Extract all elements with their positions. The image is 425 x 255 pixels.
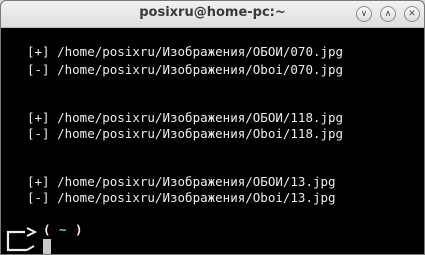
prompt-arrow-icon [6, 227, 38, 252]
minimize-icon: ∨ [360, 9, 368, 19]
close-button[interactable]: ✕ [404, 6, 420, 22]
terminal-output[interactable]: [+] /home/posixru/Изображения/ОБОИ/070.j… [1, 28, 424, 254]
output-line: [-] /home/posixru/Изображения/Oboi/13.jp… [27, 190, 336, 205]
output-line: [+] /home/posixru/Изображения/ОБОИ/118.j… [27, 110, 344, 125]
maximize-icon: ∧ [384, 9, 392, 19]
terminal-window: posixru@home-pc:~ ∨ ∧ ✕ [+] /home/posixr… [0, 0, 425, 255]
output-line: [+] /home/posixru/Изображения/ОБОИ/13.jp… [27, 174, 336, 189]
output-line: [+] /home/posixru/Изображения/ОБОИ/070.j… [27, 44, 344, 59]
prompt-paren-open: ( [43, 222, 51, 237]
title-bar[interactable]: posixru@home-pc:~ ∨ ∧ ✕ [1, 1, 424, 28]
shell-prompt: ( ~ ) [5, 222, 125, 254]
close-icon: ✕ [408, 9, 416, 19]
output-line: [-] /home/posixru/Изображения/Oboi/118.j… [27, 126, 344, 141]
minimize-button[interactable]: ∨ [356, 6, 372, 22]
output-line: [-] /home/posixru/Изображения/Oboi/070.j… [27, 62, 344, 77]
maximize-button[interactable]: ∧ [380, 6, 396, 22]
prompt-cwd: ~ [59, 222, 67, 237]
text-cursor [43, 239, 51, 254]
prompt-paren-close: ) [75, 222, 83, 237]
